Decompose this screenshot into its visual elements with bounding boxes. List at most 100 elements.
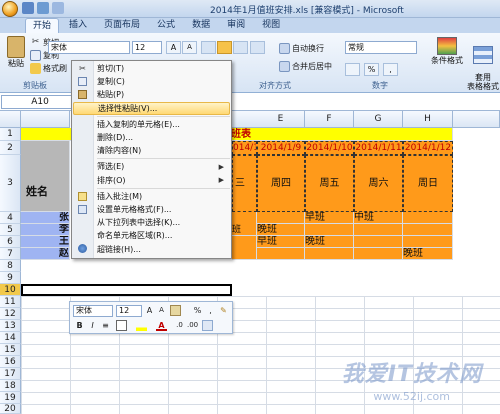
row-header[interactable]: 16 <box>0 356 21 368</box>
row-header[interactable]: 4 <box>0 212 21 224</box>
column-header-f[interactable]: F <box>305 111 354 128</box>
menu-item-delete[interactable]: 删除(D)... <box>73 131 230 144</box>
weekday-cell[interactable]: 周日 <box>403 155 453 212</box>
save-icon[interactable] <box>22 2 34 14</box>
date-cell[interactable]: 2014/1/10 <box>305 141 354 155</box>
mini-font-select[interactable]: 宋体 <box>73 305 113 317</box>
shift-cell[interactable]: 早班 <box>305 212 354 224</box>
redo-icon[interactable] <box>52 2 64 14</box>
mini-increase-decimal-button[interactable]: .00 <box>187 320 198 331</box>
font-size-select[interactable]: 12 <box>132 41 162 54</box>
menu-item-insert-copied[interactable]: 插入复制的单元格(E)... <box>73 118 230 131</box>
shift-cell[interactable] <box>305 224 354 236</box>
name-cell[interactable]: 赵 <box>21 248 70 260</box>
weekday-cell-partial[interactable]: 三 <box>232 155 257 212</box>
grow-font-button[interactable]: A <box>166 41 181 54</box>
shift-cell[interactable]: 晚班 <box>403 248 453 260</box>
mini-shrink-font-button[interactable]: A <box>156 305 167 316</box>
column-header-g[interactable]: G <box>354 111 403 128</box>
format-as-table-button[interactable]: 套用 表格格式 <box>466 37 500 100</box>
mini-percent-button[interactable]: % <box>192 305 203 316</box>
row-header[interactable]: 9 <box>0 272 21 284</box>
row-header[interactable]: 14 <box>0 332 21 344</box>
column-header-i[interactable] <box>453 111 500 128</box>
selected-cell-a10[interactable] <box>21 284 232 296</box>
currency-button[interactable] <box>345 63 360 76</box>
name-cell[interactable]: 张 <box>21 212 70 224</box>
tab-formulas[interactable]: 公式 <box>150 18 182 33</box>
name-cell[interactable]: 王 <box>21 236 70 248</box>
format-painter-button[interactable]: 格式刷 <box>30 63 67 74</box>
mini-merge-button[interactable] <box>202 320 213 331</box>
name-box[interactable]: A10 <box>1 95 79 109</box>
shift-cell[interactable] <box>354 248 403 260</box>
row-header[interactable]: 1 <box>0 128 21 141</box>
mini-comma-button[interactable]: , <box>205 305 216 316</box>
mini-grow-font-button[interactable]: A <box>144 305 155 316</box>
shift-cell[interactable]: 晚班 <box>257 224 305 236</box>
shift-cell[interactable] <box>354 224 403 236</box>
mini-borders-button[interactable] <box>116 320 127 331</box>
row-header[interactable]: 17 <box>0 368 21 380</box>
number-format-select[interactable]: 常规 <box>345 41 417 54</box>
align-bottom-button[interactable] <box>233 41 248 54</box>
tab-data[interactable]: 数据 <box>185 18 217 33</box>
select-all-corner[interactable] <box>0 111 21 128</box>
menu-item-cut[interactable]: ✂ 剪切(T) <box>73 62 230 75</box>
align-middle-button[interactable] <box>217 41 232 54</box>
menu-item-clear-contents[interactable]: 清除内容(N) <box>73 144 230 157</box>
weekday-cell[interactable]: 周六 <box>354 155 403 212</box>
row-header[interactable]: 11 <box>0 296 21 308</box>
date-cell[interactable]: 2014/1/11 <box>354 141 403 155</box>
shift-cell[interactable]: 中班 <box>354 212 403 224</box>
date-cell[interactable]: 2014/1/9 <box>257 141 305 155</box>
menu-item-format-cells[interactable]: 设置单元格格式(F)... <box>73 203 230 216</box>
shift-cell-partial[interactable]: 班 <box>232 224 257 236</box>
tab-home[interactable]: 开始 <box>25 18 60 33</box>
tab-insert[interactable]: 插入 <box>62 18 94 33</box>
menu-item-sort[interactable]: 排序(O) ▶ <box>73 174 230 187</box>
row-header[interactable]: 3 <box>0 155 21 212</box>
tab-review[interactable]: 审阅 <box>220 18 252 33</box>
menu-item-hyperlink[interactable]: 超链接(H)... <box>73 242 230 255</box>
shift-cell[interactable] <box>354 236 403 248</box>
shrink-font-button[interactable]: A <box>182 41 197 54</box>
orientation-button[interactable] <box>250 41 265 54</box>
column-header-a[interactable] <box>21 111 70 128</box>
shift-cell[interactable] <box>403 236 453 248</box>
column-header-e[interactable]: E <box>257 111 305 128</box>
shift-cell[interactable] <box>403 224 453 236</box>
date-cell-partial[interactable]: 014/1/8 <box>232 141 257 155</box>
mini-currency-button[interactable] <box>170 305 181 316</box>
mini-format-painter-icon[interactable]: ✎ <box>218 305 229 316</box>
menu-item-insert-comment[interactable]: 插入批注(M) <box>73 190 230 203</box>
shift-cell[interactable] <box>257 248 305 260</box>
menu-item-name-range[interactable]: 命名单元格区域(R)... <box>73 229 230 242</box>
tab-page-layout[interactable]: 页面布局 <box>97 18 147 33</box>
row-header[interactable]: 12 <box>0 308 21 320</box>
merge-center-button[interactable]: 合并后居中 <box>279 61 332 72</box>
row-header[interactable]: 19 <box>0 392 21 404</box>
shift-cell-partial[interactable] <box>232 212 257 260</box>
mini-align-button[interactable]: ≡ <box>100 320 111 331</box>
office-button[interactable] <box>2 1 18 17</box>
comma-button[interactable]: , <box>383 63 398 76</box>
tab-view[interactable]: 视图 <box>255 18 287 33</box>
weekday-cell[interactable]: 周四 <box>257 155 305 212</box>
row-header[interactable]: 6 <box>0 236 21 248</box>
menu-item-paste-special[interactable]: 选择性粘贴(V)... <box>73 101 230 115</box>
shift-cell[interactable] <box>403 212 453 224</box>
mini-font-color-button[interactable]: A <box>156 320 167 331</box>
mini-size-select[interactable]: 12 <box>116 305 142 317</box>
mini-bold-button[interactable]: B <box>74 320 85 331</box>
font-name-select[interactable]: 宋体 <box>48 41 130 54</box>
name-header-cell[interactable]: 姓名 <box>21 141 70 212</box>
percent-button[interactable]: % <box>364 63 379 76</box>
row-header[interactable]: 18 <box>0 380 21 392</box>
paste-button[interactable]: 粘贴 <box>4 36 28 69</box>
shift-cell[interactable]: 早班 <box>257 236 305 248</box>
mini-fill-color-button[interactable] <box>136 320 147 331</box>
row-header[interactable]: 5 <box>0 224 21 236</box>
row-header[interactable]: 7 <box>0 248 21 260</box>
row-header[interactable]: 13 <box>0 320 21 332</box>
